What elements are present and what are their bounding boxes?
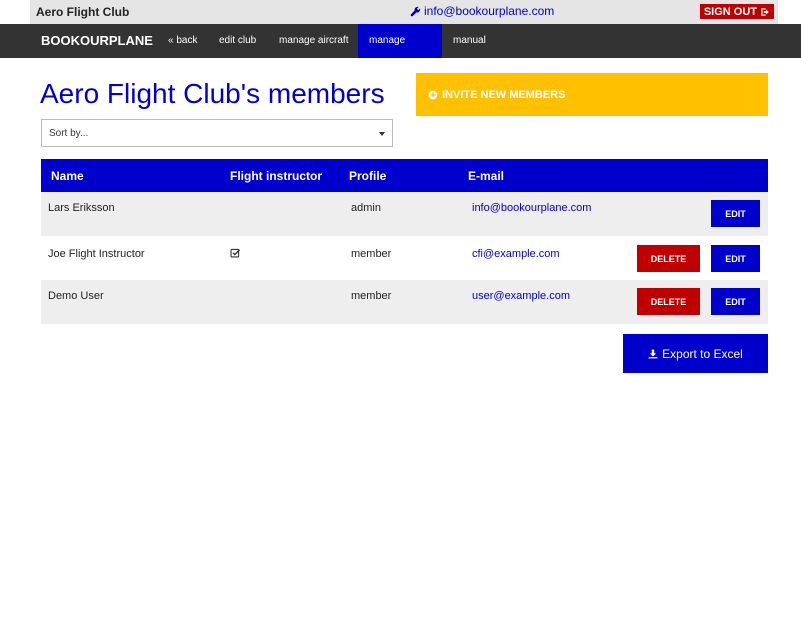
main-navbar: BOOKOURPLANE « back edit club manage air… <box>0 24 801 80</box>
nav-manage-aircraft[interactable]: manage aircraft <box>268 24 359 58</box>
edit-label: EDIT <box>725 253 746 264</box>
nav-manual[interactable]: manual <box>442 24 497 58</box>
member-email-link[interactable]: info@bookourplane.com <box>472 202 591 214</box>
edit-label: EDIT <box>725 208 746 219</box>
table-row: Demo User member user@example.com DELETE… <box>41 280 768 324</box>
invite-label: INVITE NEW MEMBERS <box>442 88 566 101</box>
nav-edit-club[interactable]: edit club <box>208 24 267 58</box>
column-header-profile[interactable]: Profile <box>349 169 386 183</box>
page-title: Aero Flight Club's members <box>40 78 385 109</box>
download-icon <box>648 349 658 358</box>
column-header-email[interactable]: E-mail <box>468 169 504 183</box>
members-table: Name Flight instructor Profile E-mail La… <box>41 159 768 324</box>
delete-button[interactable]: DELETE <box>637 288 700 315</box>
delete-label: DELETE <box>650 296 687 307</box>
export-label: Export to Excel <box>662 346 743 361</box>
column-header-instructor[interactable]: Flight instructor <box>230 169 322 183</box>
export-to-excel-button[interactable]: Export to Excel <box>623 334 768 373</box>
member-profile: admin <box>351 202 381 214</box>
member-name: Joe Flight Instructor <box>48 248 145 260</box>
checkbox-checked-icon <box>230 248 241 258</box>
delete-button[interactable]: DELETE <box>637 245 700 272</box>
member-profile: member <box>351 248 392 260</box>
top-bar: Aero Flight Club info@bookourplane.com S… <box>30 0 778 24</box>
table-row: Lars Eriksson admin info@bookourplane.co… <box>41 192 768 236</box>
sign-out-label: SIGN OUT <box>703 5 757 18</box>
plus-circle-icon <box>428 90 438 99</box>
caret-down-icon <box>379 132 385 136</box>
member-name: Demo User <box>48 290 104 302</box>
brand-logo[interactable]: BOOKOURPLANE <box>41 33 153 48</box>
contact-email-link[interactable]: info@bookourplane.com <box>410 4 554 18</box>
sort-select[interactable]: Sort by... <box>41 119 393 147</box>
wrench-icon <box>410 6 421 16</box>
table-header: Name Flight instructor Profile E-mail <box>41 159 768 192</box>
nav-back[interactable]: « back <box>157 24 208 58</box>
edit-label: EDIT <box>725 296 746 307</box>
member-email-link[interactable]: cfi@example.com <box>472 248 560 260</box>
invite-new-members-button[interactable]: INVITE NEW MEMBERS <box>416 73 768 116</box>
sign-out-icon <box>761 7 769 16</box>
member-email-link[interactable]: user@example.com <box>472 290 570 302</box>
edit-button[interactable]: EDIT <box>711 200 760 227</box>
nav-manage-users[interactable]: manage users <box>358 24 442 80</box>
edit-button[interactable]: EDIT <box>711 245 760 272</box>
member-profile: member <box>351 290 392 302</box>
edit-button[interactable]: EDIT <box>711 288 760 315</box>
delete-label: DELETE <box>650 253 687 264</box>
member-name: Lars Eriksson <box>48 202 115 214</box>
table-row: Joe Flight Instructor member cfi@example… <box>41 236 768 280</box>
contact-email-text: info@bookourplane.com <box>424 4 555 18</box>
sort-select-value: Sort by... <box>49 128 89 139</box>
sign-out-button[interactable]: SIGN OUT <box>699 4 774 19</box>
club-name: Aero Flight Club <box>36 5 130 19</box>
column-header-name[interactable]: Name <box>51 169 84 183</box>
